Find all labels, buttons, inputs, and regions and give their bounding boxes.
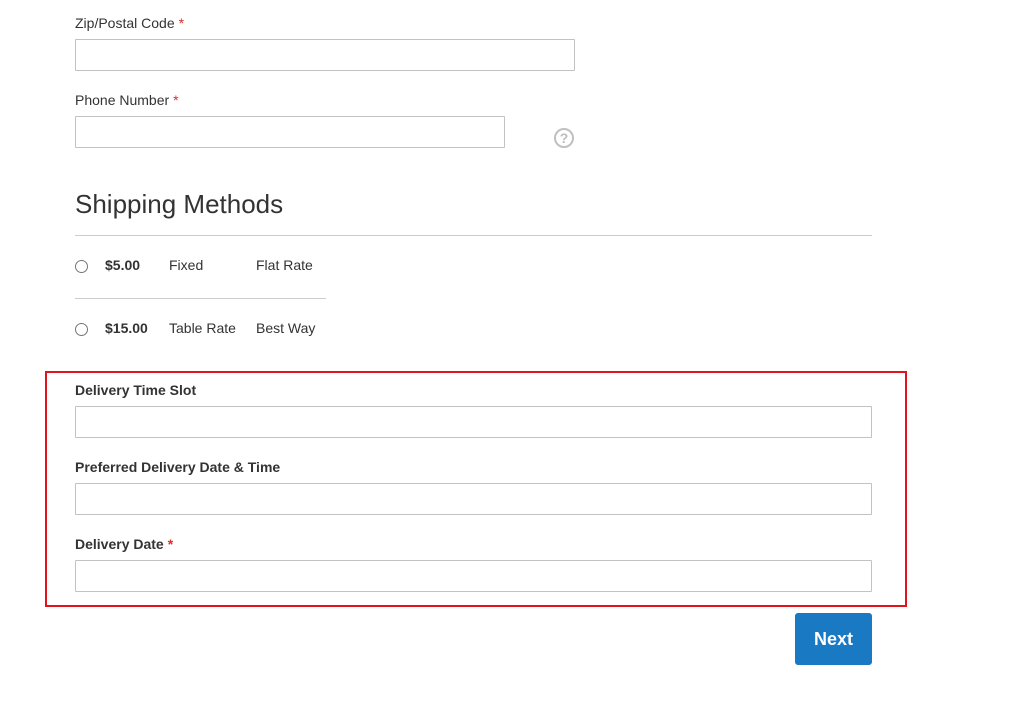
phone-label-text: Phone Number — [75, 92, 170, 108]
delivery-date-label-text: Delivery Date — [75, 536, 164, 552]
shipping-price: $15.00 — [105, 320, 148, 336]
shipping-method-name: Fixed — [169, 257, 204, 273]
shipping-method-name: Table Rate — [169, 320, 236, 336]
question-circle-icon[interactable]: ? — [554, 128, 574, 148]
zip-label: Zip/Postal Code * — [75, 15, 184, 31]
section-divider — [75, 235, 872, 236]
row-divider — [75, 298, 326, 299]
required-asterisk: * — [178, 15, 185, 31]
required-asterisk: * — [173, 92, 179, 108]
phone-input[interactable] — [75, 116, 505, 148]
delivery-date-input[interactable] — [75, 560, 872, 592]
delivery-date-label: Delivery Date * — [75, 536, 173, 552]
shipping-carrier-name: Best Way — [256, 320, 316, 336]
next-button[interactable]: Next — [795, 613, 872, 665]
zip-label-text: Zip/Postal Code — [75, 15, 175, 31]
delivery-time-slot-label: Delivery Time Slot — [75, 382, 197, 398]
shipping-method-radio[interactable] — [75, 260, 88, 273]
required-asterisk: * — [167, 536, 174, 552]
shipping-price: $5.00 — [105, 257, 141, 273]
preferred-delivery-label: Preferred Delivery Date & Time — [75, 459, 281, 475]
shipping-carrier-name: Flat Rate — [256, 257, 313, 273]
shipping-method-radio[interactable] — [75, 323, 88, 336]
zip-input[interactable] — [75, 39, 575, 71]
delivery-time-slot-input[interactable] — [75, 406, 872, 438]
shipping-methods-title: Shipping Methods — [75, 189, 284, 219]
phone-label: Phone Number * — [75, 92, 179, 108]
preferred-delivery-input[interactable] — [75, 483, 872, 515]
